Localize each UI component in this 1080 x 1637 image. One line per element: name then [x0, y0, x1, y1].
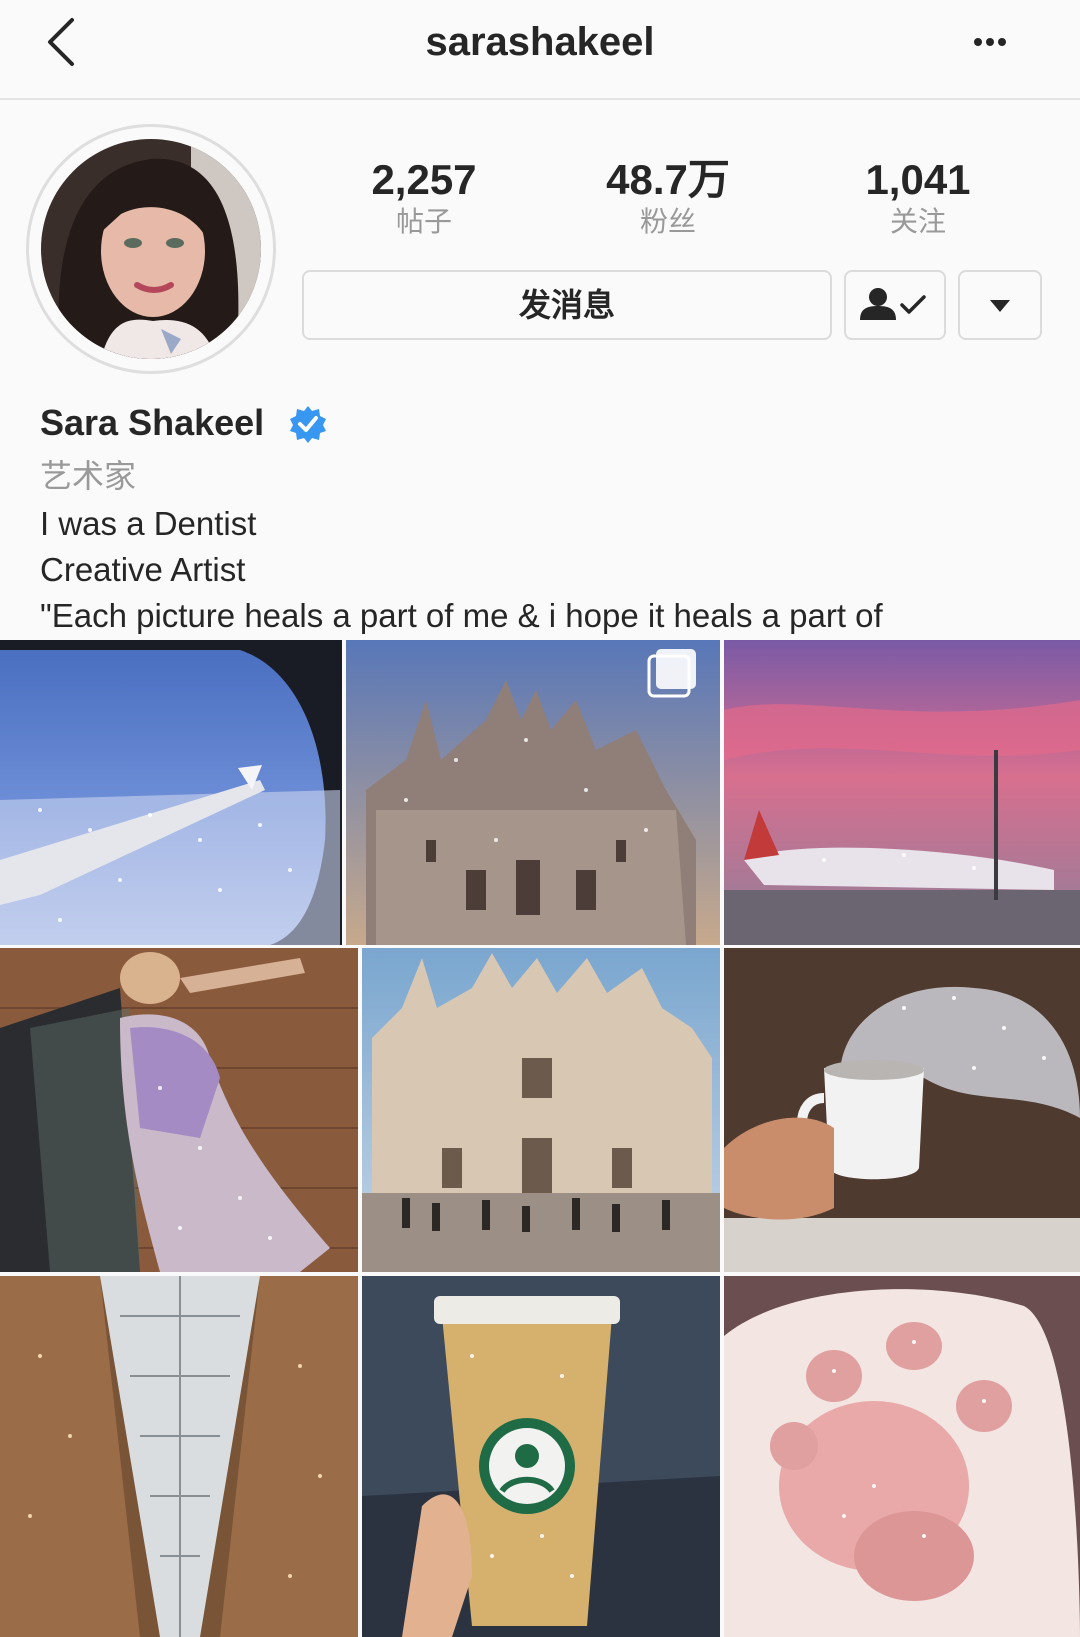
full-name: Sara Shakeel	[40, 402, 265, 443]
profile-photo	[41, 139, 261, 359]
following-button[interactable]	[844, 270, 946, 340]
grid-post-airplane-window[interactable]	[0, 640, 342, 945]
stat-following[interactable]: 1,041 关注	[818, 156, 1018, 240]
posts-grid	[0, 640, 1080, 1637]
person-check-icon	[860, 288, 926, 320]
stat-followers[interactable]: 48.7万 粉丝	[568, 156, 768, 240]
verified-badge-icon	[290, 406, 326, 443]
profile-username: sarashakeel	[425, 20, 655, 64]
grid-post-galleria-ceiling[interactable]	[0, 1276, 358, 1637]
grid-post-emirates-plane[interactable]	[724, 640, 1080, 945]
grid-post-starbucks-cup[interactable]	[362, 1276, 720, 1637]
more-options-button[interactable]	[960, 20, 1020, 60]
bio-line-1: I was a Dentist	[40, 505, 257, 542]
grid-post-glitter-mug[interactable]	[724, 948, 1080, 1272]
more-dots-icon	[974, 38, 1006, 46]
stat-posts[interactable]: 2,257 帖子	[324, 156, 524, 240]
avatar[interactable]	[26, 124, 276, 374]
posts-label: 帖子	[395, 206, 452, 237]
grid-post-duomo-square[interactable]	[362, 948, 720, 1272]
grid-post-cat-paw[interactable]	[724, 1276, 1080, 1637]
bio-line-2: Creative Artist	[40, 551, 246, 588]
followers-count: 48.7万	[606, 156, 730, 203]
triangle-down-icon	[990, 300, 1010, 312]
following-label: 关注	[889, 206, 946, 237]
profile-category: 艺术家	[40, 458, 137, 494]
bio-line-3: "Each picture heals a part of me & i hop…	[40, 597, 883, 634]
suggestions-dropdown-button[interactable]	[958, 270, 1042, 340]
grid-post-glitter-bodysuit[interactable]	[0, 948, 358, 1272]
following-count: 1,041	[865, 156, 971, 203]
grid-post-milan-cathedral[interactable]	[346, 640, 720, 945]
top-navigation-bar: sarashakeel	[0, 0, 1080, 100]
followers-label: 粉丝	[639, 206, 696, 237]
posts-count: 2,257	[371, 156, 477, 203]
message-button[interactable]: 发消息	[302, 270, 832, 340]
